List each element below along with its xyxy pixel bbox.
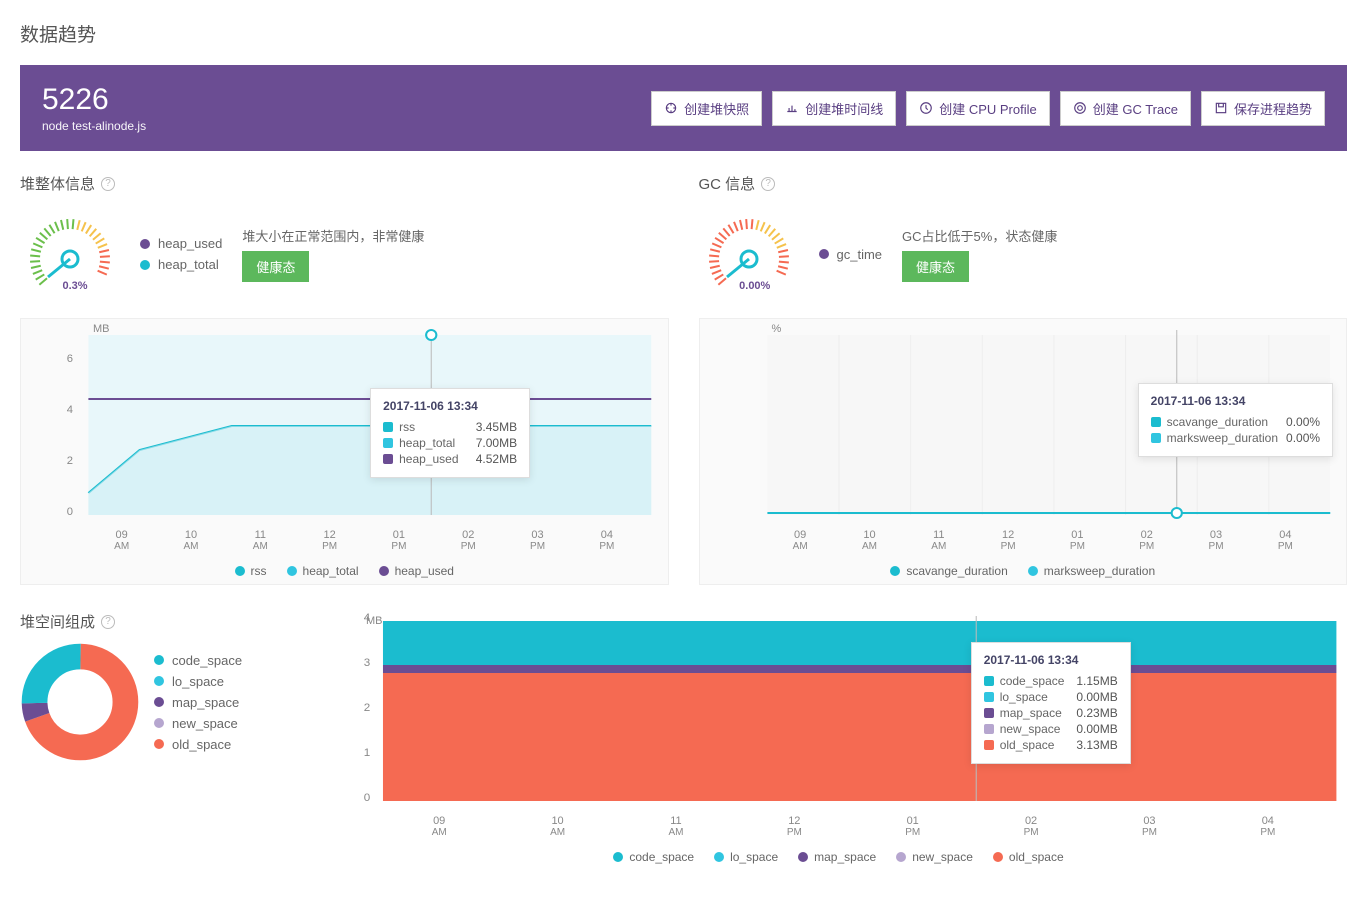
legend-label: heap_total (158, 257, 219, 272)
timeline-icon (785, 101, 799, 115)
help-icon[interactable]: ? (761, 177, 775, 191)
clock-icon (919, 101, 933, 115)
gc-section: GC 信息 ? 0.00% gc_time (699, 173, 1348, 585)
x-axis: 09AM10AM11AM12PM01PM02PM03PM04PM (706, 525, 1341, 556)
stacked-chart-tooltip: 2017-11-06 13:34 code_space1.15MBlo_spac… (971, 642, 1131, 764)
heap-chart-tooltip: 2017-11-06 13:34 rss3.45MBheap_total7.00… (370, 388, 530, 478)
section-title-text: GC 信息 (699, 173, 756, 194)
svg-text:1: 1 (364, 747, 370, 759)
space-legend: code_spacelo_spacemap_spacenew_spaceold_… (154, 650, 242, 755)
heap-section: 堆整体信息 ? 0.3% heap_used heap_ (20, 173, 669, 585)
legend-label: heap_used (158, 236, 222, 251)
section-title-text: 堆空间组成 (20, 611, 95, 632)
legend-label: gc_time (837, 247, 883, 262)
gauge-value: 0.00% (739, 280, 770, 292)
space-donut-chart (20, 642, 140, 762)
heap-chart[interactable]: MB 0246 09AM10AM11AM12PM01PM02PM (20, 318, 669, 585)
svg-text:2: 2 (67, 455, 73, 467)
button-label: 保存进程趋势 (1234, 99, 1312, 118)
process-id: 5226 (42, 83, 146, 117)
status-note: 堆大小在正常范围内，非常健康 (242, 226, 424, 245)
x-axis: 09AM10AM11AM12PM01PM02PM03PM04PM (27, 525, 662, 556)
stacked-space-chart[interactable]: MB 01234 09AM10AM11AM12PM01PM02PM03PM04P… (330, 611, 1347, 868)
save-icon (1214, 101, 1228, 115)
y-unit: MB (366, 615, 383, 627)
heap-snapshot-button[interactable]: 创建堆快照 (651, 91, 762, 126)
y-unit: % (772, 323, 782, 335)
gc-chart[interactable]: % 09AM10AM11AM12PM01PM02PM03PM04PM sc (699, 318, 1348, 585)
svg-text:3: 3 (364, 657, 370, 669)
svg-text:2: 2 (364, 702, 370, 714)
gc-gauge-legend: gc_time (819, 244, 883, 265)
gc-chart-tooltip: 2017-11-06 13:34 scavange_duration0.00%m… (1138, 383, 1333, 457)
heap-gauge: 0.3% (20, 204, 120, 304)
camera-icon (664, 101, 678, 115)
process-header: 5226 node test-alinode.js 创建堆快照 创建堆时间线 创… (20, 65, 1347, 151)
svg-text:6: 6 (67, 353, 73, 365)
button-label: 创建 CPU Profile (939, 99, 1037, 118)
cpu-profile-button[interactable]: 创建 CPU Profile (906, 91, 1050, 126)
gc-trace-button[interactable]: 创建 GC Trace (1060, 91, 1191, 126)
help-icon[interactable]: ? (101, 177, 115, 191)
svg-text:4: 4 (67, 404, 73, 416)
help-icon[interactable]: ? (101, 615, 115, 629)
heap-gauge-legend: heap_used heap_total (140, 233, 222, 275)
section-title-text: 堆整体信息 (20, 173, 95, 194)
space-section: 堆空间组成 ? code_spacelo_spacemap_spacenew_s… (20, 611, 310, 868)
button-label: 创建堆快照 (684, 99, 749, 118)
status-badge: 健康态 (902, 251, 969, 282)
heap-timeline-button[interactable]: 创建堆时间线 (772, 91, 896, 126)
svg-text:0: 0 (364, 792, 370, 804)
x-axis: 09AM10AM11AM12PM01PM02PM03PM04PM (330, 811, 1347, 842)
save-trend-button[interactable]: 保存进程趋势 (1201, 91, 1325, 126)
svg-text:0: 0 (67, 506, 73, 518)
heap-chart-legend: rss heap_total heap_used (27, 556, 662, 582)
header-actions: 创建堆快照 创建堆时间线 创建 CPU Profile 创建 GC Trace … (651, 91, 1325, 126)
gc-gauge: 0.00% (699, 204, 799, 304)
button-label: 创建堆时间线 (805, 99, 883, 118)
y-unit: MB (93, 323, 110, 335)
process-command: node test-alinode.js (42, 119, 146, 133)
status-note: GC占比低于5%，状态健康 (902, 226, 1057, 245)
status-badge: 健康态 (242, 251, 309, 282)
gauge-value: 0.3% (62, 280, 87, 292)
page-title: 数据趋势 (20, 20, 1347, 47)
stacked-legend: code_spacelo_spacemap_spacenew_spaceold_… (330, 842, 1347, 868)
gc-chart-legend: scavange_duration marksweep_duration (706, 556, 1341, 582)
target-icon (1073, 101, 1087, 115)
button-label: 创建 GC Trace (1093, 99, 1178, 118)
